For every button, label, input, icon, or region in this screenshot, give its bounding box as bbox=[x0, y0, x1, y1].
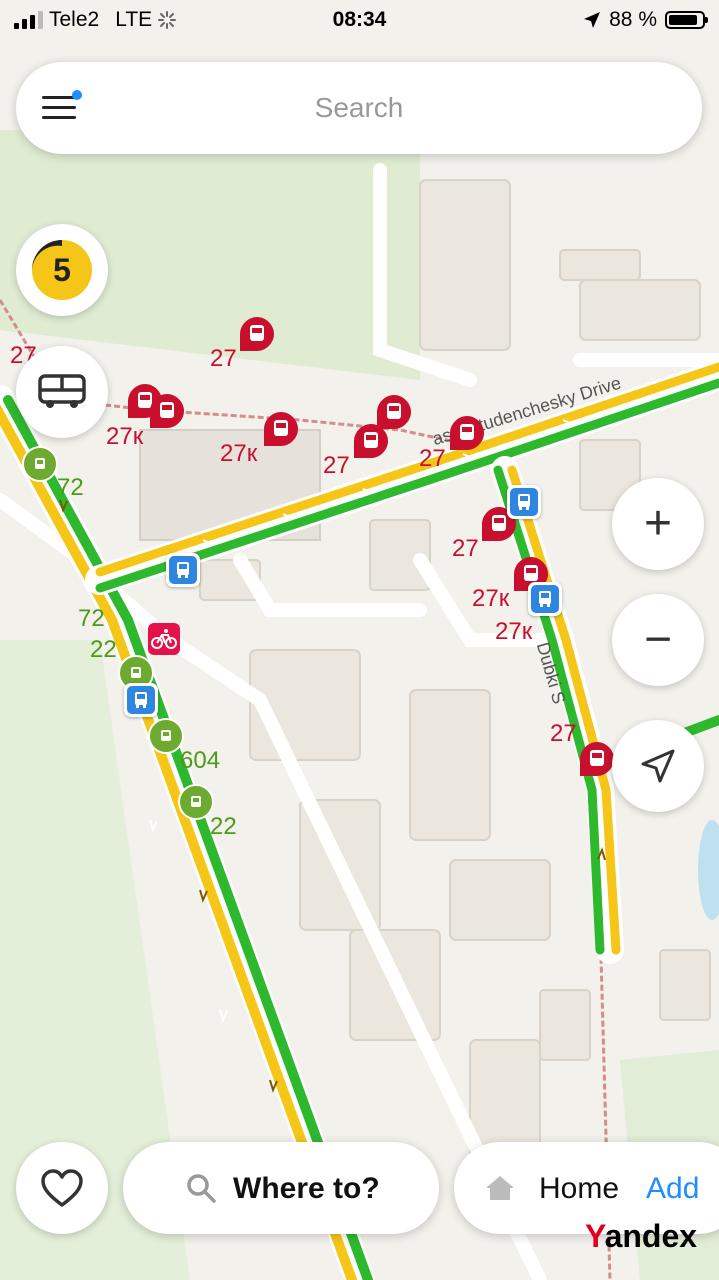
location-arrow-icon bbox=[584, 12, 601, 28]
tram-route-label: 27 bbox=[452, 535, 479, 562]
bus-pin[interactable] bbox=[148, 718, 184, 754]
plus-icon: + bbox=[643, 497, 673, 550]
home-icon bbox=[486, 1176, 514, 1200]
tram-route-label: 27 bbox=[210, 345, 237, 372]
bus-route-label: 22 bbox=[210, 813, 237, 840]
zoom-out-button[interactable]: − bbox=[612, 594, 704, 686]
tram-route-label: 27к bbox=[472, 585, 510, 612]
bus-icon bbox=[131, 667, 141, 678]
search-input[interactable]: Search bbox=[16, 92, 702, 124]
bus-icon bbox=[161, 730, 171, 741]
transit-stop[interactable] bbox=[507, 485, 541, 519]
transit-stop[interactable] bbox=[124, 683, 158, 717]
transit-stop[interactable] bbox=[528, 582, 562, 616]
bus-stop-icon bbox=[177, 562, 189, 578]
tram-route-label: 27к bbox=[495, 618, 533, 645]
bus-icon bbox=[191, 796, 201, 807]
home-label: Home bbox=[539, 1172, 620, 1205]
transit-stop[interactable] bbox=[166, 553, 200, 587]
bus-icon bbox=[35, 458, 45, 469]
tram-pin[interactable] bbox=[352, 422, 390, 460]
bus-icon bbox=[38, 374, 86, 408]
yandex-logo: Yandex bbox=[585, 1218, 698, 1254]
add-home-link[interactable]: Add bbox=[646, 1172, 699, 1206]
transport-layer-button[interactable] bbox=[16, 346, 108, 438]
bus-pin[interactable] bbox=[178, 784, 214, 820]
bus-route-label: 72 bbox=[57, 474, 84, 501]
bus-stop-icon bbox=[135, 692, 147, 708]
battery-icon bbox=[665, 11, 708, 29]
minus-icon: − bbox=[643, 613, 673, 666]
traffic-score: 5 bbox=[53, 251, 71, 288]
search-icon bbox=[187, 1174, 216, 1203]
bus-route-label: 604 bbox=[180, 747, 221, 774]
status-bar: Tele2 LTE 08:34 88 % bbox=[0, 0, 719, 40]
favorites-button[interactable] bbox=[16, 1142, 108, 1234]
bus-route-label: 72 bbox=[78, 605, 105, 632]
tram-pin[interactable] bbox=[262, 410, 300, 448]
bus-stop-icon bbox=[518, 494, 530, 510]
tram-route-label: 27к bbox=[106, 423, 144, 450]
search-bar[interactable]: Search bbox=[16, 62, 702, 154]
tram-pin[interactable] bbox=[238, 315, 276, 353]
bike-share-icon[interactable] bbox=[148, 623, 180, 655]
tram-route-label: 27 bbox=[550, 720, 577, 747]
tram-route-label: 27 bbox=[419, 445, 446, 472]
where-to-button[interactable]: Where to? bbox=[123, 1142, 439, 1234]
battery-percent: 88 % bbox=[609, 8, 657, 31]
tram-pin[interactable] bbox=[578, 740, 616, 778]
tram-route-label: 27 bbox=[323, 452, 350, 479]
my-location-button[interactable] bbox=[612, 720, 704, 812]
tram-route-label: 27к bbox=[220, 440, 258, 467]
bus-route-label: 22 bbox=[90, 636, 117, 663]
bus-pin[interactable] bbox=[22, 446, 58, 482]
where-to-label: Where to? bbox=[233, 1172, 380, 1205]
tram-pin[interactable] bbox=[448, 414, 486, 452]
zoom-in-button[interactable]: + bbox=[612, 478, 704, 570]
traffic-score-badge: 5 bbox=[32, 240, 92, 300]
navigation-arrow-icon bbox=[641, 749, 675, 783]
bus-stop-icon bbox=[539, 591, 551, 607]
traffic-button[interactable]: 5 bbox=[16, 224, 108, 316]
tram-pin[interactable] bbox=[148, 392, 186, 430]
heart-icon bbox=[41, 1169, 83, 1207]
